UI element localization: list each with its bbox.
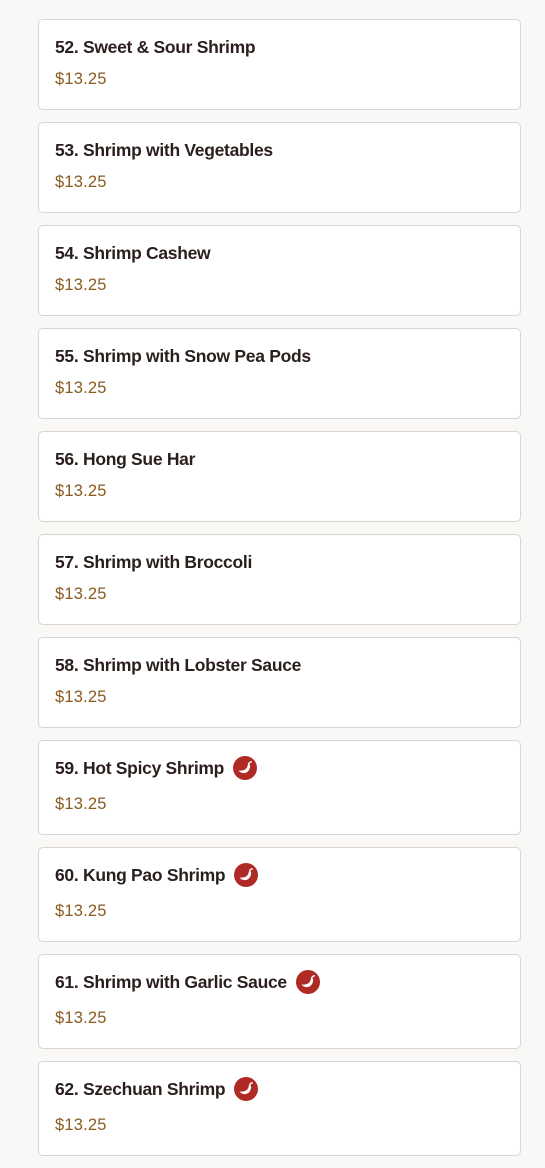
chili-pepper-icon [234, 1077, 259, 1101]
menu-item-card[interactable]: 56. Hong Sue Har $13.25 [38, 431, 521, 522]
item-title-row: 58. Shrimp with Lobster Sauce [55, 654, 504, 676]
item-price: $13.25 [55, 688, 107, 706]
item-price: $13.25 [55, 1116, 107, 1134]
item-name: 54. Shrimp Cashew [55, 242, 211, 263]
item-price: $13.25 [55, 70, 107, 88]
menu-item-card[interactable]: 59. Hot Spicy Shrimp $13.25 [38, 740, 521, 835]
item-title-row: 55. Shrimp with Snow Pea Pods [55, 345, 504, 367]
item-title-row: 57. Shrimp with Broccoli [55, 551, 504, 573]
menu-item-card[interactable]: 62. Szechuan Shrimp $13.25 [38, 1061, 521, 1156]
chili-pepper-icon [233, 756, 258, 780]
item-name: 61. Shrimp with Garlic Sauce [55, 971, 287, 992]
item-title-row: 62. Szechuan Shrimp [55, 1077, 504, 1101]
item-name: 55. Shrimp with Snow Pea Pods [55, 345, 311, 366]
item-price: $13.25 [55, 379, 107, 397]
item-title-row: 54. Shrimp Cashew [55, 242, 504, 264]
item-name: 53. Shrimp with Vegetables [55, 139, 273, 160]
item-name: 57. Shrimp with Broccoli [55, 551, 253, 572]
item-name: 58. Shrimp with Lobster Sauce [55, 654, 302, 675]
chili-pepper-icon [295, 970, 320, 994]
menu-item-card[interactable]: 60. Kung Pao Shrimp $13.25 [38, 847, 521, 942]
menu-item-card[interactable]: 53. Shrimp with Vegetables $13.25 [38, 122, 521, 213]
item-title-row: 59. Hot Spicy Shrimp [55, 756, 504, 780]
item-name: 52. Sweet & Sour Shrimp [55, 36, 256, 57]
item-price: $13.25 [55, 173, 107, 191]
menu-item-card[interactable]: 54. Shrimp Cashew $13.25 [38, 225, 521, 316]
item-name: 59. Hot Spicy Shrimp [55, 757, 225, 778]
item-price: $13.25 [55, 482, 107, 500]
item-title-row: 61. Shrimp with Garlic Sauce [55, 970, 504, 994]
item-price: $13.25 [55, 276, 107, 294]
item-name: 56. Hong Sue Har [55, 448, 196, 469]
menu-item-card[interactable]: 57. Shrimp with Broccoli $13.25 [38, 534, 521, 625]
menu-item-card[interactable]: 52. Sweet & Sour Shrimp $13.25 [38, 19, 521, 110]
item-price: $13.25 [55, 795, 107, 813]
chili-pepper-icon [234, 863, 259, 887]
menu-item-card[interactable]: 58. Shrimp with Lobster Sauce $13.25 [38, 637, 521, 728]
menu-item-card[interactable]: 61. Shrimp with Garlic Sauce $13.25 [38, 954, 521, 1049]
item-name: 60. Kung Pao Shrimp [55, 864, 226, 885]
item-price: $13.25 [55, 902, 107, 920]
item-title-row: 60. Kung Pao Shrimp [55, 863, 504, 887]
item-title-row: 56. Hong Sue Har [55, 448, 504, 470]
menu-item-card[interactable]: 55. Shrimp with Snow Pea Pods $13.25 [38, 328, 521, 419]
item-title-row: 52. Sweet & Sour Shrimp [55, 36, 504, 58]
item-price: $13.25 [55, 585, 107, 603]
item-name: 62. Szechuan Shrimp [55, 1078, 226, 1099]
item-title-row: 53. Shrimp with Vegetables [55, 139, 504, 161]
menu-item-list: 52. Sweet & Sour Shrimp $13.25 53. Shrim… [38, 19, 521, 1168]
item-price: $13.25 [55, 1009, 107, 1027]
